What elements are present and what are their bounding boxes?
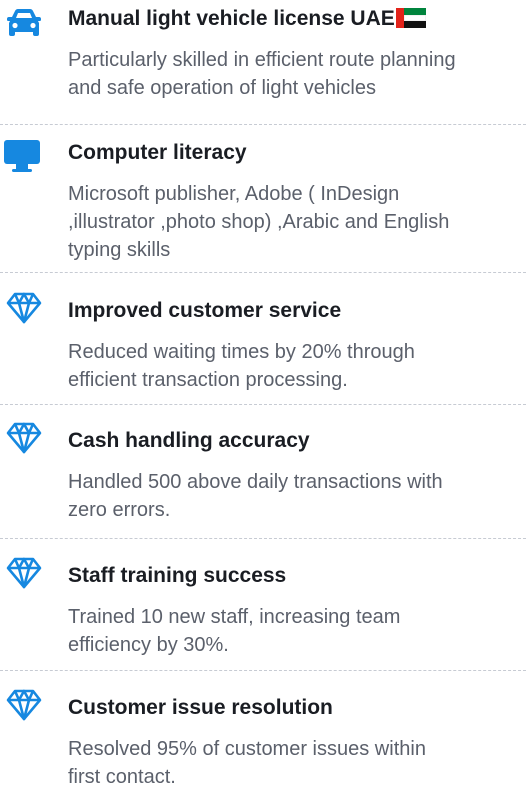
- list-item: Staff training success Trained 10 new st…: [0, 557, 526, 659]
- divider: [0, 404, 526, 405]
- item-description: Particularly skilled in efficient route …: [68, 49, 456, 99]
- list-item: Improved customer service Reduced waitin…: [0, 292, 526, 394]
- diamond-icon: [6, 292, 42, 329]
- divider: [0, 538, 526, 539]
- list-item: Manual light vehicle license UAE Particu…: [0, 6, 526, 102]
- list-item: Computer literacy Microsoft publisher, A…: [0, 140, 526, 264]
- list-item: Cash handling accuracy Handled 500 above…: [0, 422, 526, 524]
- item-description: Microsoft publisher, Adobe ( InDesign ,i…: [68, 183, 450, 261]
- diamond-icon: [6, 689, 42, 726]
- item-title: Cash handling accuracy: [68, 429, 310, 452]
- item-title: Manual light vehicle license UAE: [68, 6, 526, 32]
- diamond-icon: [6, 557, 42, 594]
- item-title: Computer literacy: [68, 141, 247, 164]
- item-description: Resolved 95% of customer issues within f…: [68, 738, 426, 788]
- divider: [0, 124, 526, 125]
- item-description: Trained 10 new staff, increasing team ef…: [68, 606, 401, 656]
- diamond-icon: [6, 422, 42, 459]
- divider: [0, 670, 526, 671]
- divider: [0, 272, 526, 273]
- item-title: Staff training success: [68, 564, 287, 587]
- item-title: Customer issue resolution: [68, 696, 333, 719]
- uae-flag-icon: [395, 8, 426, 28]
- item-description: Handled 500 above daily transactions wit…: [68, 471, 443, 521]
- list-item: Customer issue resolution Resolved 95% o…: [0, 689, 526, 791]
- car-icon: [6, 8, 42, 43]
- item-title: Improved customer service: [68, 299, 342, 322]
- item-description: Reduced waiting times by 20% through eff…: [68, 341, 415, 391]
- monitor-icon: [4, 140, 40, 179]
